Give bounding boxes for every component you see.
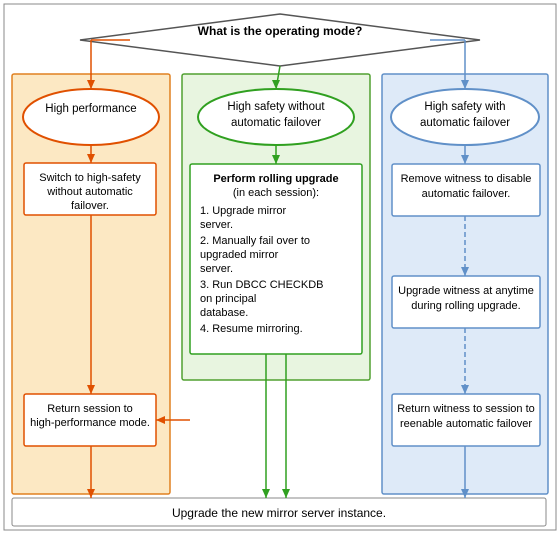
center-oval-label: High safety without [227, 101, 325, 113]
svg-text:automatic failover: automatic failover [420, 117, 510, 129]
svg-text:Remove witness to disable: Remove witness to disable [401, 173, 532, 185]
svg-text:Switch to high-safety: Switch to high-safety [39, 172, 141, 184]
left-oval-label: High performance [45, 103, 136, 115]
svg-text:3. Run DBCC CHECKDB: 3. Run DBCC CHECKDB [200, 279, 323, 291]
svg-text:reenable automatic failover: reenable automatic failover [400, 418, 532, 430]
question-text: What is the operating mode? [198, 24, 363, 38]
svg-text:server.: server. [200, 263, 233, 275]
svg-text:Return witness to session to: Return witness to session to [397, 403, 535, 415]
svg-text:2. Manually fail over to: 2. Manually fail over to [200, 235, 310, 247]
svg-text:database.: database. [200, 307, 248, 319]
svg-text:failover.: failover. [71, 200, 109, 212]
right-oval-label: High safety with [424, 101, 505, 113]
svg-text:4. Resume mirroring.: 4. Resume mirroring. [200, 323, 303, 335]
svg-text:Perform rolling upgrade: Perform rolling upgrade [213, 173, 338, 185]
svg-text:without automatic: without automatic [46, 186, 133, 198]
svg-text:Return session to: Return session to [47, 403, 133, 415]
svg-text:server.: server. [200, 219, 233, 231]
svg-text:high-performance mode.: high-performance mode. [30, 417, 150, 429]
svg-text:upgraded mirror: upgraded mirror [200, 249, 279, 261]
svg-text:automatic failover: automatic failover [231, 117, 321, 129]
svg-text:automatic failover.: automatic failover. [422, 188, 511, 200]
svg-text:(in each session):: (in each session): [233, 187, 319, 199]
svg-text:Upgrade witness at anytime: Upgrade witness at anytime [398, 285, 534, 297]
svg-text:during rolling upgrade.: during rolling upgrade. [411, 300, 520, 312]
svg-text:on principal: on principal [200, 293, 256, 305]
flowchart-diagram: What is the operating mode? High perform… [0, 0, 560, 534]
bottom-label: Upgrade the new mirror server instance. [172, 506, 386, 520]
svg-text:1. Upgrade mirror: 1. Upgrade mirror [200, 205, 287, 217]
